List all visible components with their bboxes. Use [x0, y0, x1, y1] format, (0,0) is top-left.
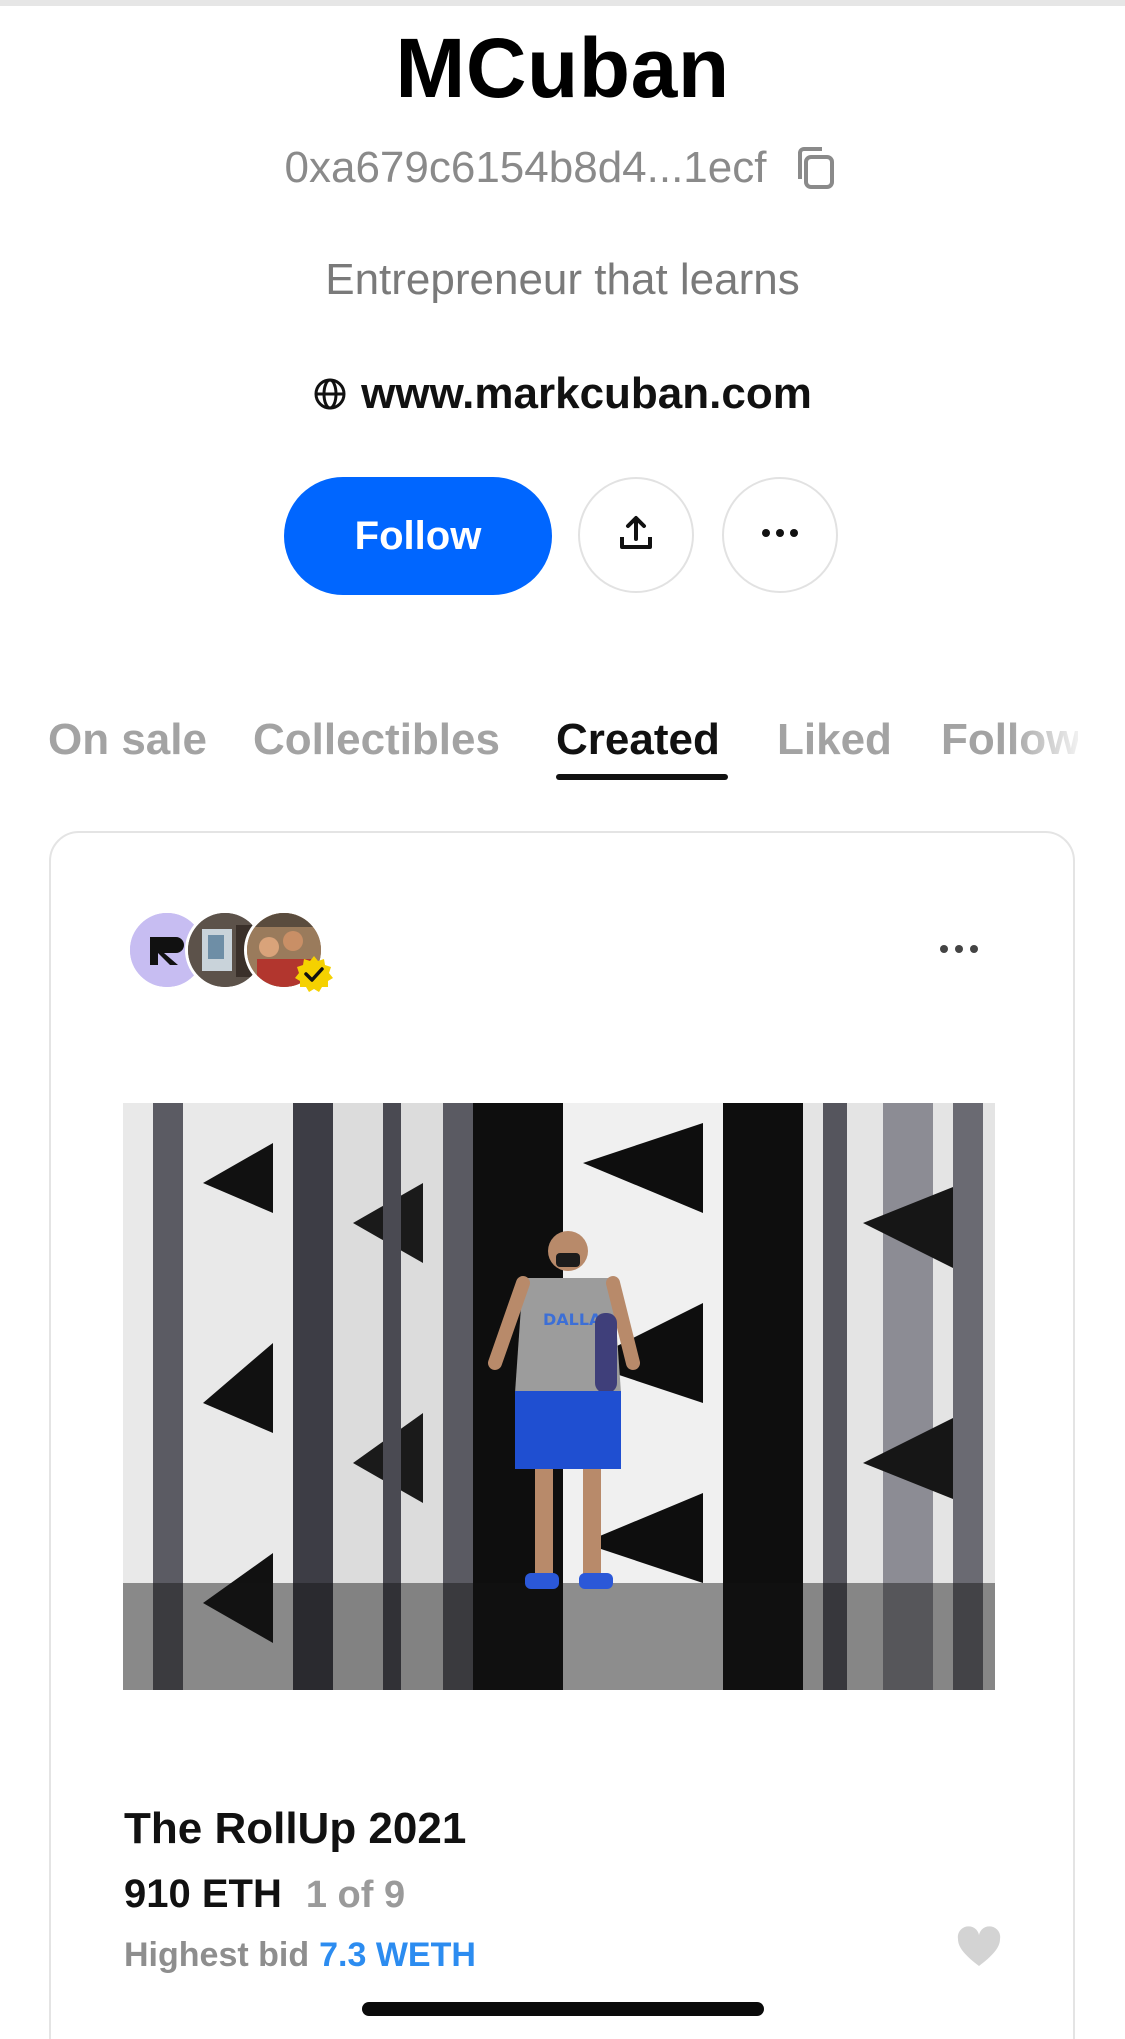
profile-tabs: On sale Collectibles Created Liked Follo… — [48, 710, 1078, 780]
wallet-address-row: 0xa679c6154b8d4...1ecf — [0, 138, 1125, 198]
tabs-fade-overlay — [1010, 700, 1125, 790]
nft-price: 910 ETH — [124, 1872, 282, 1916]
ellipsis-icon — [760, 526, 800, 544]
active-tab-indicator — [556, 774, 728, 780]
share-button[interactable] — [578, 477, 694, 593]
like-heart-icon[interactable] — [956, 1926, 1002, 1968]
top-divider — [0, 0, 1125, 6]
nft-title: The RollUp 2021 — [124, 1804, 467, 1853]
tab-liked[interactable]: Liked — [777, 710, 892, 770]
home-indicator[interactable] — [362, 2002, 764, 2016]
wallet-address: 0xa679c6154b8d4...1ecf — [284, 143, 767, 192]
share-upload-icon — [616, 513, 656, 558]
tab-created[interactable]: Created — [556, 710, 720, 770]
follow-button[interactable]: Follow — [284, 477, 552, 595]
verified-badge-icon — [294, 954, 334, 994]
highest-bid-label: Highest bid — [124, 1936, 310, 1974]
profile-bio: Entrepreneur that learns — [325, 255, 800, 304]
ellipsis-icon — [939, 941, 979, 959]
profile-name: MCuban — [395, 21, 730, 115]
highest-bid-row: Highest bid 7.3 WETH — [124, 1936, 476, 1986]
price-row: 910 ETH 1 of 9 — [124, 1872, 405, 1928]
tab-on-sale[interactable]: On sale — [48, 710, 207, 770]
edition-count: 1 of 9 — [305, 1874, 406, 1916]
profile-page: MCuban 0xa679c6154b8d4...1ecf Entreprene… — [0, 0, 1125, 2039]
more-options-button[interactable] — [722, 477, 838, 593]
copy-icon[interactable] — [790, 143, 840, 193]
website-link[interactable]: www.markcuban.com — [0, 364, 1125, 424]
highest-bid-value: 7.3 WETH — [319, 1936, 476, 1974]
tab-collectibles[interactable]: Collectibles — [253, 710, 500, 770]
globe-icon — [313, 377, 347, 411]
card-more-button[interactable] — [934, 930, 984, 970]
nft-artwork[interactable]: DALLAS — [123, 1103, 995, 1690]
website-url: www.markcuban.com — [361, 369, 812, 418]
